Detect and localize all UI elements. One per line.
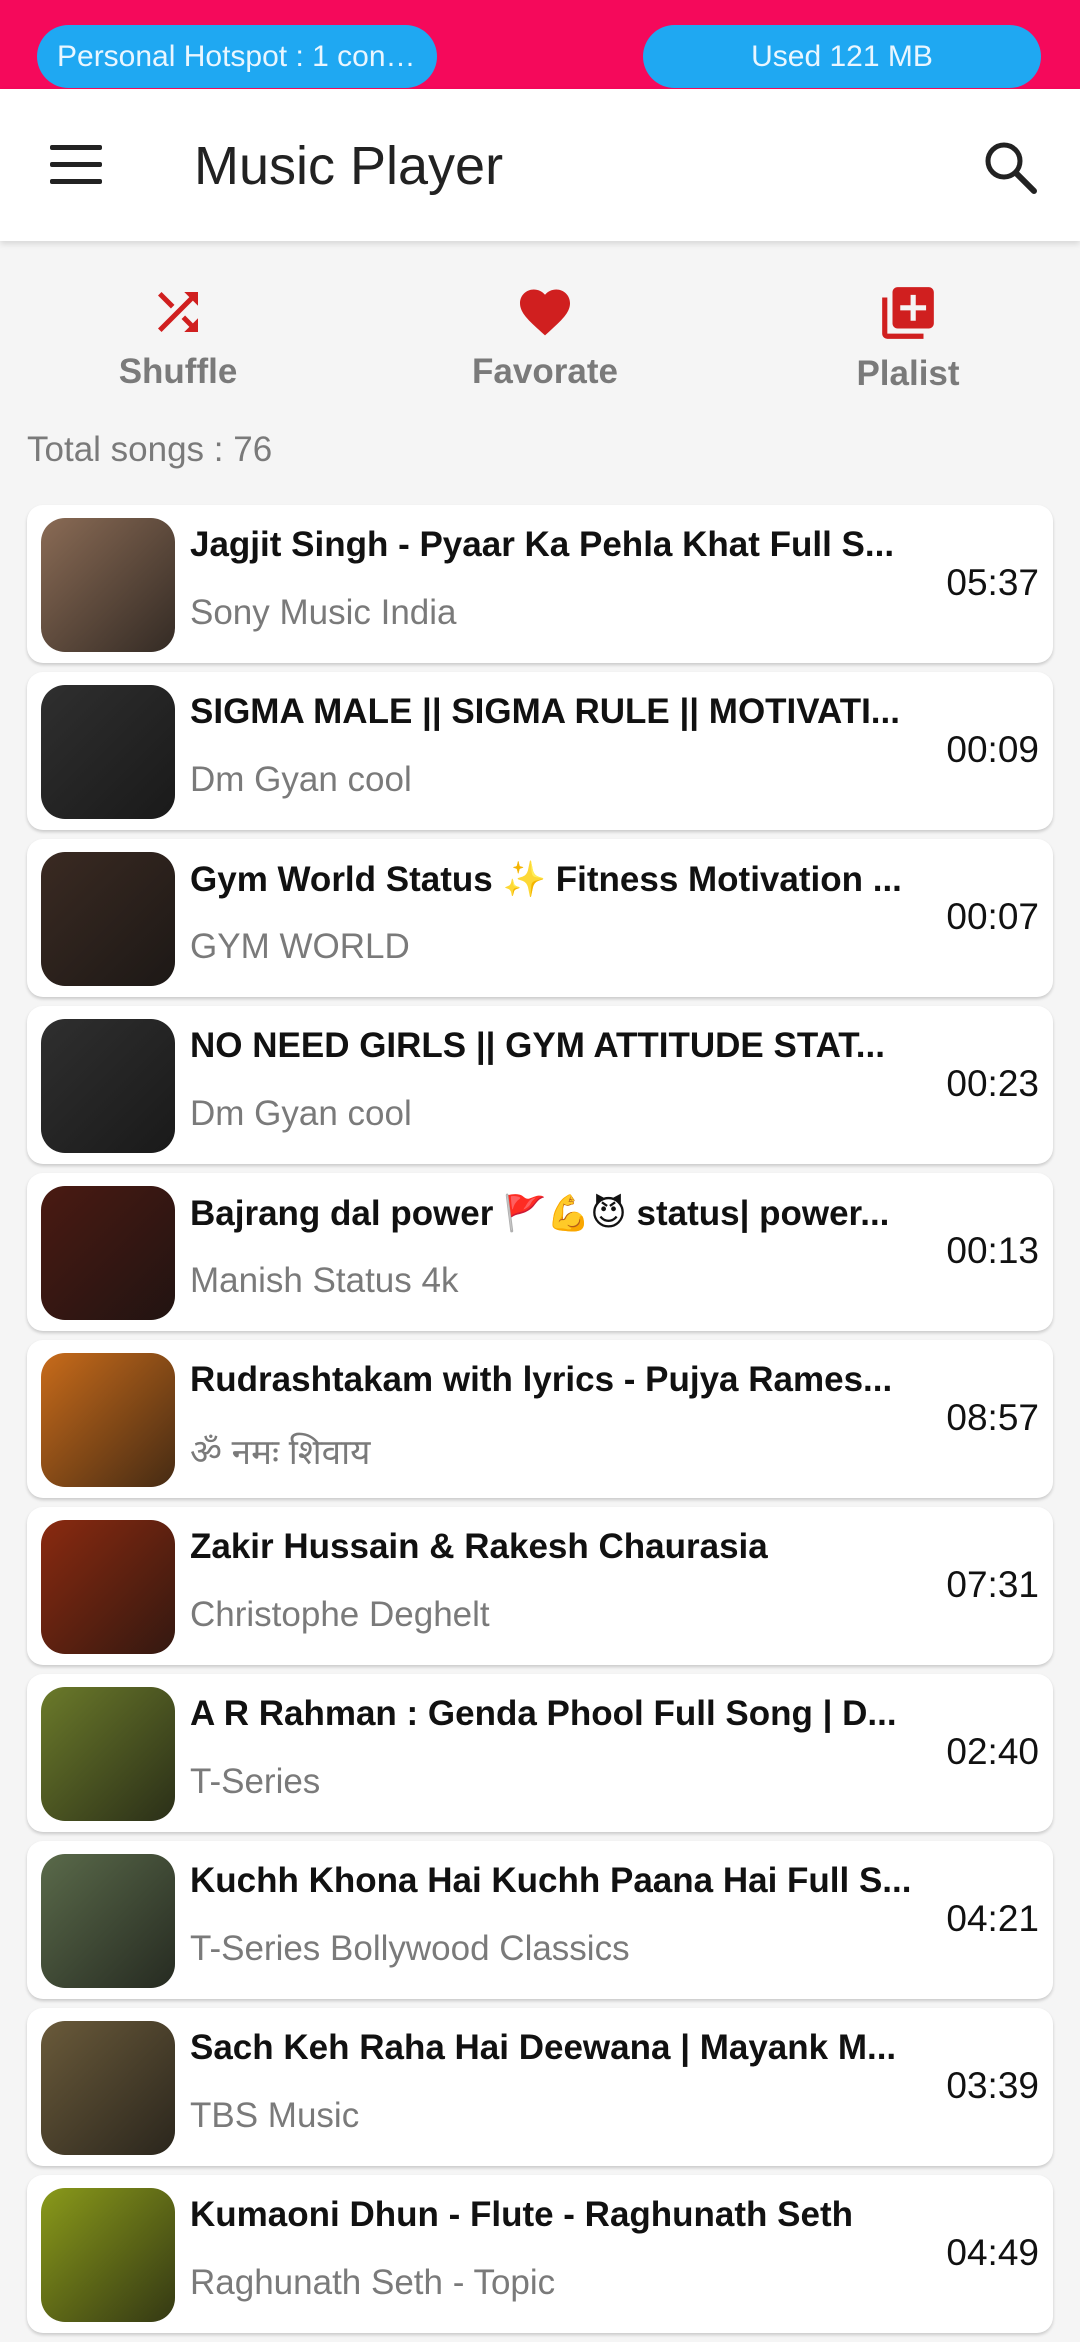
data-usage-indicator[interactable]: Used 121 MB	[643, 25, 1041, 88]
song-duration: 05:37	[946, 562, 1039, 603]
song-artist: Sony Music India	[190, 593, 457, 632]
song-thumbnail	[41, 1186, 175, 1320]
song-thumbnail	[41, 1854, 175, 1988]
song-title: SIGMA MALE || SIGMA RULE || MOTIVATI...	[190, 692, 900, 731]
song-title: NO NEED GIRLS || GYM ATTITUDE STAT...	[190, 1026, 885, 1065]
song-title: Kuchh Khona Hai Kuchh Paana Hai Full S..…	[190, 1861, 912, 1900]
shuffle-button[interactable]: Shuffle	[58, 282, 298, 412]
song-thumbnail	[41, 1687, 175, 1821]
song-duration: 00:07	[946, 896, 1039, 937]
favorite-button[interactable]: Favorate	[425, 282, 665, 412]
hamburger-menu-icon[interactable]	[36, 135, 116, 195]
song-list-item[interactable]: Jagjit Singh - Pyaar Ka Pehla Khat Full …	[27, 505, 1053, 663]
song-artist: T-Series	[190, 1762, 321, 1801]
song-title: Zakir Hussain & Rakesh Chaurasia	[190, 1527, 768, 1566]
song-title: Kumaoni Dhun - Flute - Raghunath Seth	[190, 2195, 854, 2234]
song-list-item[interactable]: A R Rahman : Genda Phool Full Song | D..…	[27, 1674, 1053, 1832]
song-list: Jagjit Singh - Pyaar Ka Pehla Khat Full …	[27, 505, 1053, 2342]
song-list-item[interactable]: Gym World Status ✨ Fitness Motivation ..…	[27, 839, 1053, 997]
song-duration: 00:09	[946, 729, 1039, 770]
song-list-item[interactable]: Rudrashtakam with lyrics - Pujya Rames..…	[27, 1340, 1053, 1498]
song-list-item[interactable]: Bajrang dal power 🚩💪😈 status| power... Ma…	[27, 1173, 1053, 1331]
song-thumbnail	[41, 2188, 175, 2322]
song-thumbnail	[41, 1019, 175, 1153]
heart-icon	[520, 289, 570, 336]
song-artist: T-Series Bollywood Classics	[190, 1929, 630, 1968]
song-duration: 04:49	[946, 2232, 1039, 2273]
song-thumbnail	[41, 685, 175, 819]
song-artist: Christophe Deghelt	[190, 1595, 490, 1634]
song-title: Rudrashtakam with lyrics - Pujya Rames..…	[190, 1360, 893, 1399]
total-songs-count: Total songs : 76	[27, 430, 273, 469]
song-artist: Dm Gyan cool	[190, 760, 412, 799]
song-duration: 03:39	[946, 2065, 1039, 2106]
song-artist: TBS Music	[190, 2096, 360, 2135]
song-list-item[interactable]: Kumaoni Dhun - Flute - Raghunath Seth Rag…	[27, 2175, 1053, 2333]
hotspot-indicator[interactable]: Personal Hotspot : 1 conn...	[37, 25, 437, 88]
song-list-item[interactable]: NO NEED GIRLS || GYM ATTITUDE STAT... Dm …	[27, 1006, 1053, 1164]
playlist-button[interactable]: Plalist	[788, 282, 1028, 412]
song-artist: Dm Gyan cool	[190, 1094, 412, 1133]
song-artist: Manish Status 4k	[190, 1261, 459, 1300]
song-title: Sach Keh Raha Hai Deewana | Mayank M...	[190, 2028, 897, 2067]
song-title: A R Rahman : Genda Phool Full Song | D..…	[190, 1694, 897, 1733]
song-thumbnail	[41, 852, 175, 986]
song-duration: 08:57	[946, 1397, 1039, 1438]
page-title: Music Player	[194, 136, 504, 196]
song-thumbnail	[41, 1353, 175, 1487]
song-thumbnail	[41, 518, 175, 652]
song-title: Gym World Status ✨ Fitness Motivation ..…	[190, 860, 902, 899]
app-bar: Music Player	[0, 89, 1080, 241]
song-duration: 07:31	[946, 1564, 1039, 1605]
song-thumbnail	[41, 2021, 175, 2155]
playlist-add-icon	[882, 287, 934, 339]
status-bar: Personal Hotspot : 1 conn... Used 121 MB	[0, 0, 1080, 89]
song-list-item[interactable]: Zakir Hussain & Rakesh Chaurasia Christop…	[27, 1507, 1053, 1665]
song-list-item[interactable]: Kuchh Khona Hai Kuchh Paana Hai Full S..…	[27, 1841, 1053, 1999]
song-title: Jagjit Singh - Pyaar Ka Pehla Khat Full …	[190, 525, 895, 564]
song-artist: Raghunath Seth - Topic	[190, 2263, 556, 2302]
shuffle-label: Shuffle	[118, 352, 238, 391]
search-icon[interactable]	[976, 133, 1046, 203]
shuffle-icon	[158, 292, 198, 332]
song-artist: GYM WORLD	[190, 927, 410, 966]
favorite-label: Favorate	[472, 352, 618, 391]
song-title: Bajrang dal power 🚩💪😈 status| power...	[190, 1194, 890, 1233]
song-duration: 00:23	[946, 1063, 1039, 1104]
song-thumbnail	[41, 1520, 175, 1654]
song-duration: 00:13	[946, 1230, 1039, 1271]
song-duration: 02:40	[946, 1731, 1039, 1772]
song-list-item[interactable]: Sach Keh Raha Hai Deewana | Mayank M... T…	[27, 2008, 1053, 2166]
song-artist: ॐ नमः शिवाय	[190, 1433, 371, 1472]
song-list-item[interactable]: SIGMA MALE || SIGMA RULE || MOTIVATI... D…	[27, 672, 1053, 830]
song-duration: 04:21	[946, 1898, 1039, 1939]
playlist-label: Plalist	[856, 354, 960, 393]
